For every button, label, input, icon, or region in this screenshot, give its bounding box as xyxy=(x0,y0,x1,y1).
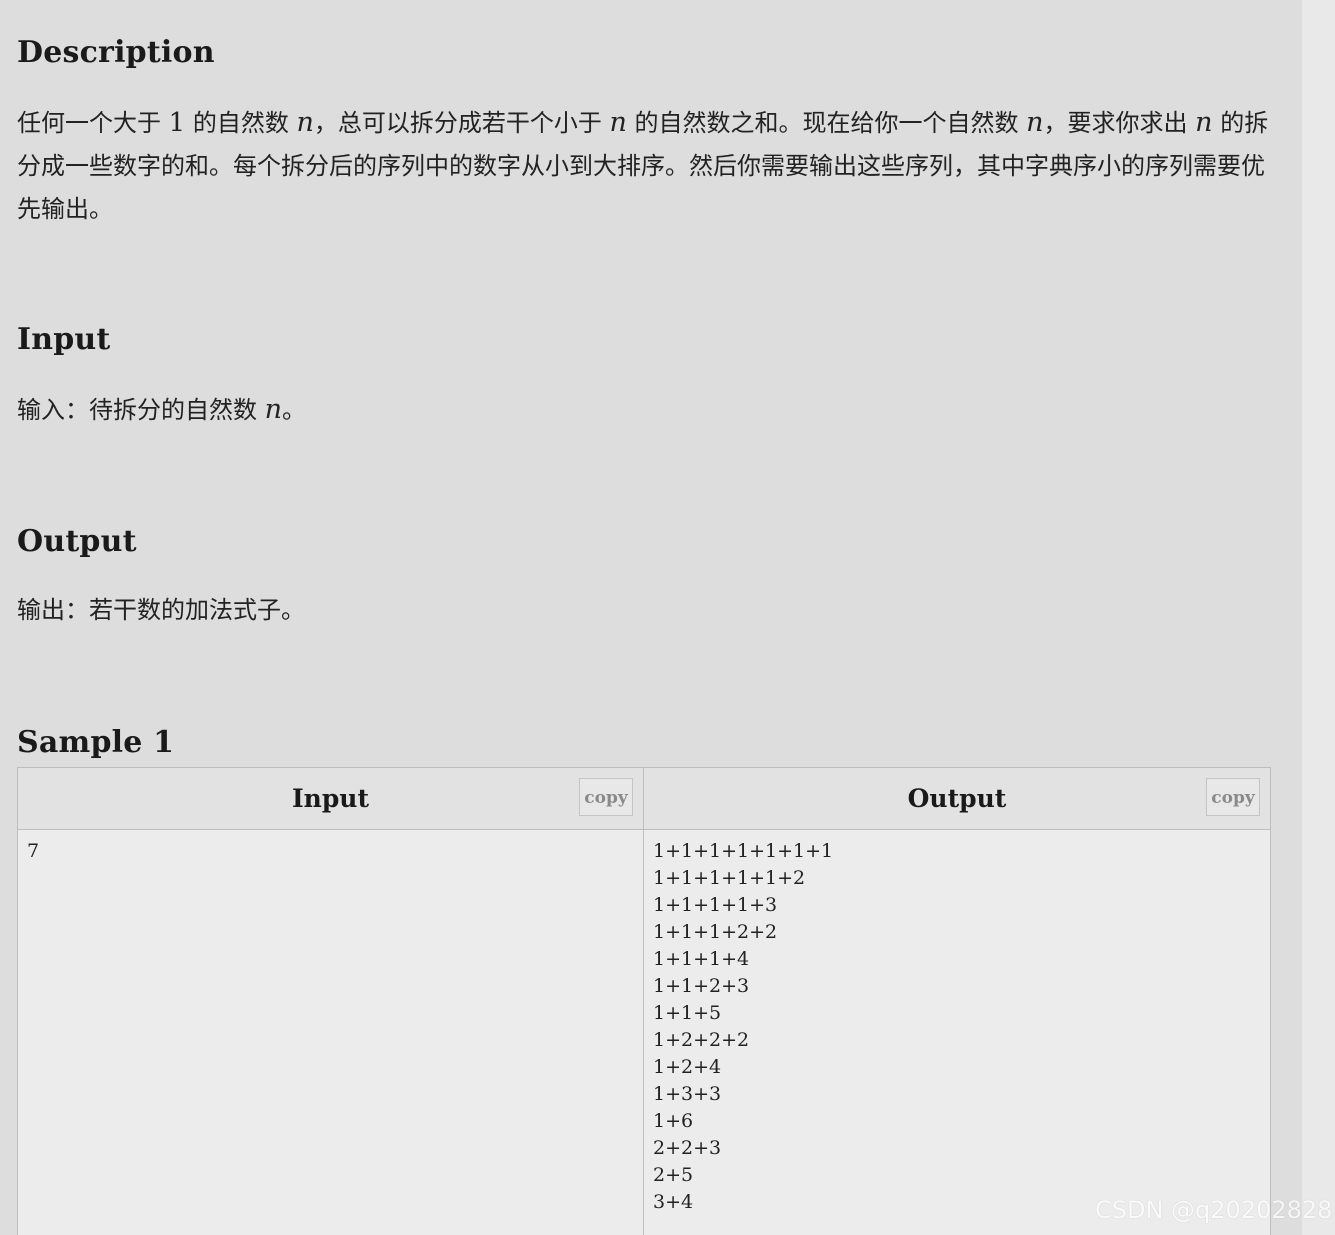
output-heading: Output xyxy=(17,524,137,559)
sample-input-header: Input copy xyxy=(17,767,644,830)
sample-table: Input copy Output copy 7 1+1+1+1+1+1+1 1… xyxy=(17,767,1271,1235)
math-n: n xyxy=(264,394,283,425)
scrollbar-track[interactable] xyxy=(1302,0,1335,1235)
sample-output-line: 1+1+1+1+1+2 xyxy=(653,867,806,889)
sample-heading: Sample 1 xyxy=(17,725,175,760)
sample-input-header-label: Input xyxy=(291,784,370,813)
copy-output-button[interactable]: copy xyxy=(1206,778,1260,816)
sample-output-header: Output copy xyxy=(643,767,1271,830)
sample-output-line: 1+1+1+1+3 xyxy=(653,894,778,916)
math-n: n xyxy=(1195,107,1213,138)
sample-header-row: Input copy Output copy xyxy=(17,767,1271,830)
description-heading: Description xyxy=(17,35,215,70)
output-text: 输出：若干数的加法式子。 xyxy=(17,596,305,624)
sample-output-line: 1+2+2+2 xyxy=(653,1029,750,1051)
sample-output-line: 1+2+4 xyxy=(653,1056,722,1078)
sample-output-line: 1+1+2+3 xyxy=(653,975,750,997)
problem-page: Description 任何一个大于 1 的自然数 n，总可以拆分成若干个小于 … xyxy=(0,0,1302,1235)
input-text: 输入：待拆分的自然数 n。 xyxy=(17,394,307,425)
math-n: n xyxy=(296,107,314,138)
description-text: 任何一个大于 1 的自然数 n，总可以拆分成若干个小于 n 的自然数之和。现在给… xyxy=(17,107,1269,223)
sample-output-line: 1+6 xyxy=(653,1110,694,1132)
sample-output-cell[interactable]: 1+1+1+1+1+1+1 1+1+1+1+1+2 1+1+1+1+3 1+1+… xyxy=(643,829,1271,1235)
sample-output-line: 1+3+3 xyxy=(653,1083,722,1105)
sample-output-header-label: Output xyxy=(907,784,1007,813)
sample-input-cell[interactable]: 7 xyxy=(17,829,644,1235)
sample-output-line: 1+1+1+4 xyxy=(653,948,750,970)
sample-output-line: 2+2+3 xyxy=(653,1137,722,1159)
math-n: n xyxy=(1026,107,1044,138)
input-heading: Input xyxy=(17,322,111,357)
sample-output-line: 1+1+5 xyxy=(653,1002,722,1024)
sample-output-line: 1+1+1+2+2 xyxy=(653,921,778,943)
copy-input-button[interactable]: copy xyxy=(579,778,633,816)
sample-output-line: 1+1+1+1+1+1+1 xyxy=(653,840,834,862)
sample-input-line: 7 xyxy=(27,840,40,862)
sample-body-row: 7 1+1+1+1+1+1+1 1+1+1+1+1+2 1+1+1+1+3 1+… xyxy=(17,829,1271,1235)
math-one: 1 xyxy=(168,108,186,138)
sample-output-line: 2+5 xyxy=(653,1164,694,1186)
math-n: n xyxy=(609,107,627,138)
csdn-watermark: CSDN @q20202828 xyxy=(1095,1196,1333,1224)
